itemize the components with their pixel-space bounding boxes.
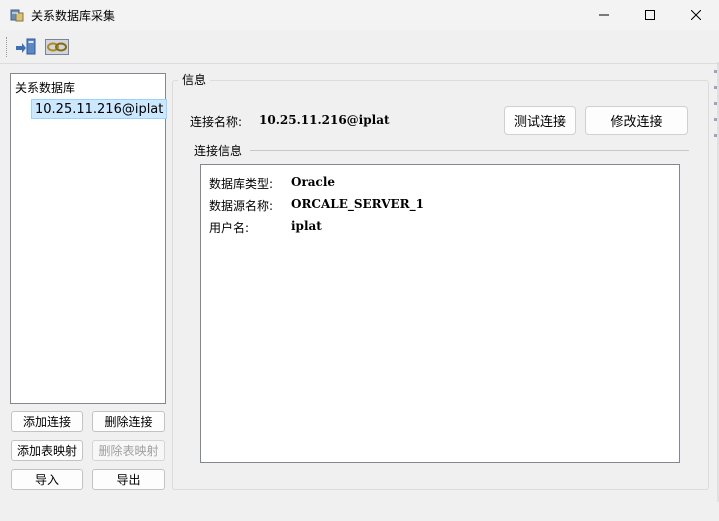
test-connection-button[interactable]: 测试连接 — [504, 106, 576, 135]
window-title: 关系数据库采集 — [31, 9, 116, 23]
connection-info-title: 连接信息 — [190, 142, 247, 159]
import-button[interactable]: 导入 — [11, 469, 83, 490]
connection-info-divider — [250, 150, 689, 151]
maximize-icon — [645, 10, 655, 20]
export-to-target-icon — [16, 38, 36, 55]
add-table-mapping-button[interactable]: 添加表映射 — [11, 440, 83, 461]
window-edge-artifact — [714, 62, 719, 502]
connection-tree[interactable]: 关系数据库 10.25.11.216@iplat — [10, 73, 168, 404]
connection-name-label: 连接名称: — [190, 115, 243, 129]
toolbar-link-button[interactable] — [44, 36, 70, 58]
db-type-label: 数据库类型: — [209, 177, 274, 191]
username-label: 用户名: — [209, 221, 250, 235]
link-connection-icon — [45, 39, 69, 55]
connection-details-panel[interactable]: 数据库类型: Oracle 数据源名称: ORCALE_SERVER_1 用户名… — [200, 164, 680, 463]
toolbar — [0, 30, 719, 64]
toolbar-grip[interactable] — [6, 37, 9, 57]
delete-connection-button[interactable]: 删除连接 — [92, 411, 165, 432]
db-type-value: Oracle — [291, 175, 336, 189]
delete-table-mapping-button[interactable]: 删除表映射 — [92, 440, 165, 461]
maximize-button[interactable] — [627, 0, 673, 30]
toolbar-export-button[interactable] — [13, 36, 39, 58]
username-value: iplat — [291, 219, 322, 233]
connection-name-value: 10.25.11.216@iplat — [259, 113, 390, 127]
add-connection-button[interactable]: 添加连接 — [11, 411, 83, 432]
app-database-icon — [10, 8, 24, 22]
minimize-icon — [599, 14, 609, 16]
datasource-value: ORCALE_SERVER_1 — [291, 197, 425, 211]
close-button[interactable] — [673, 0, 719, 30]
close-icon — [691, 10, 701, 20]
title-bar: 关系数据库采集 — [0, 0, 719, 30]
tree-root-relational-db[interactable]: 关系数据库 — [15, 79, 75, 96]
modify-connection-button[interactable]: 修改连接 — [585, 106, 688, 135]
tree-node-connection[interactable]: 10.25.11.216@iplat — [31, 99, 168, 119]
export-button[interactable]: 导出 — [92, 469, 165, 490]
minimize-button[interactable] — [581, 0, 627, 30]
datasource-label: 数据源名称: — [209, 199, 274, 213]
info-group-title: 信息 — [178, 71, 211, 88]
